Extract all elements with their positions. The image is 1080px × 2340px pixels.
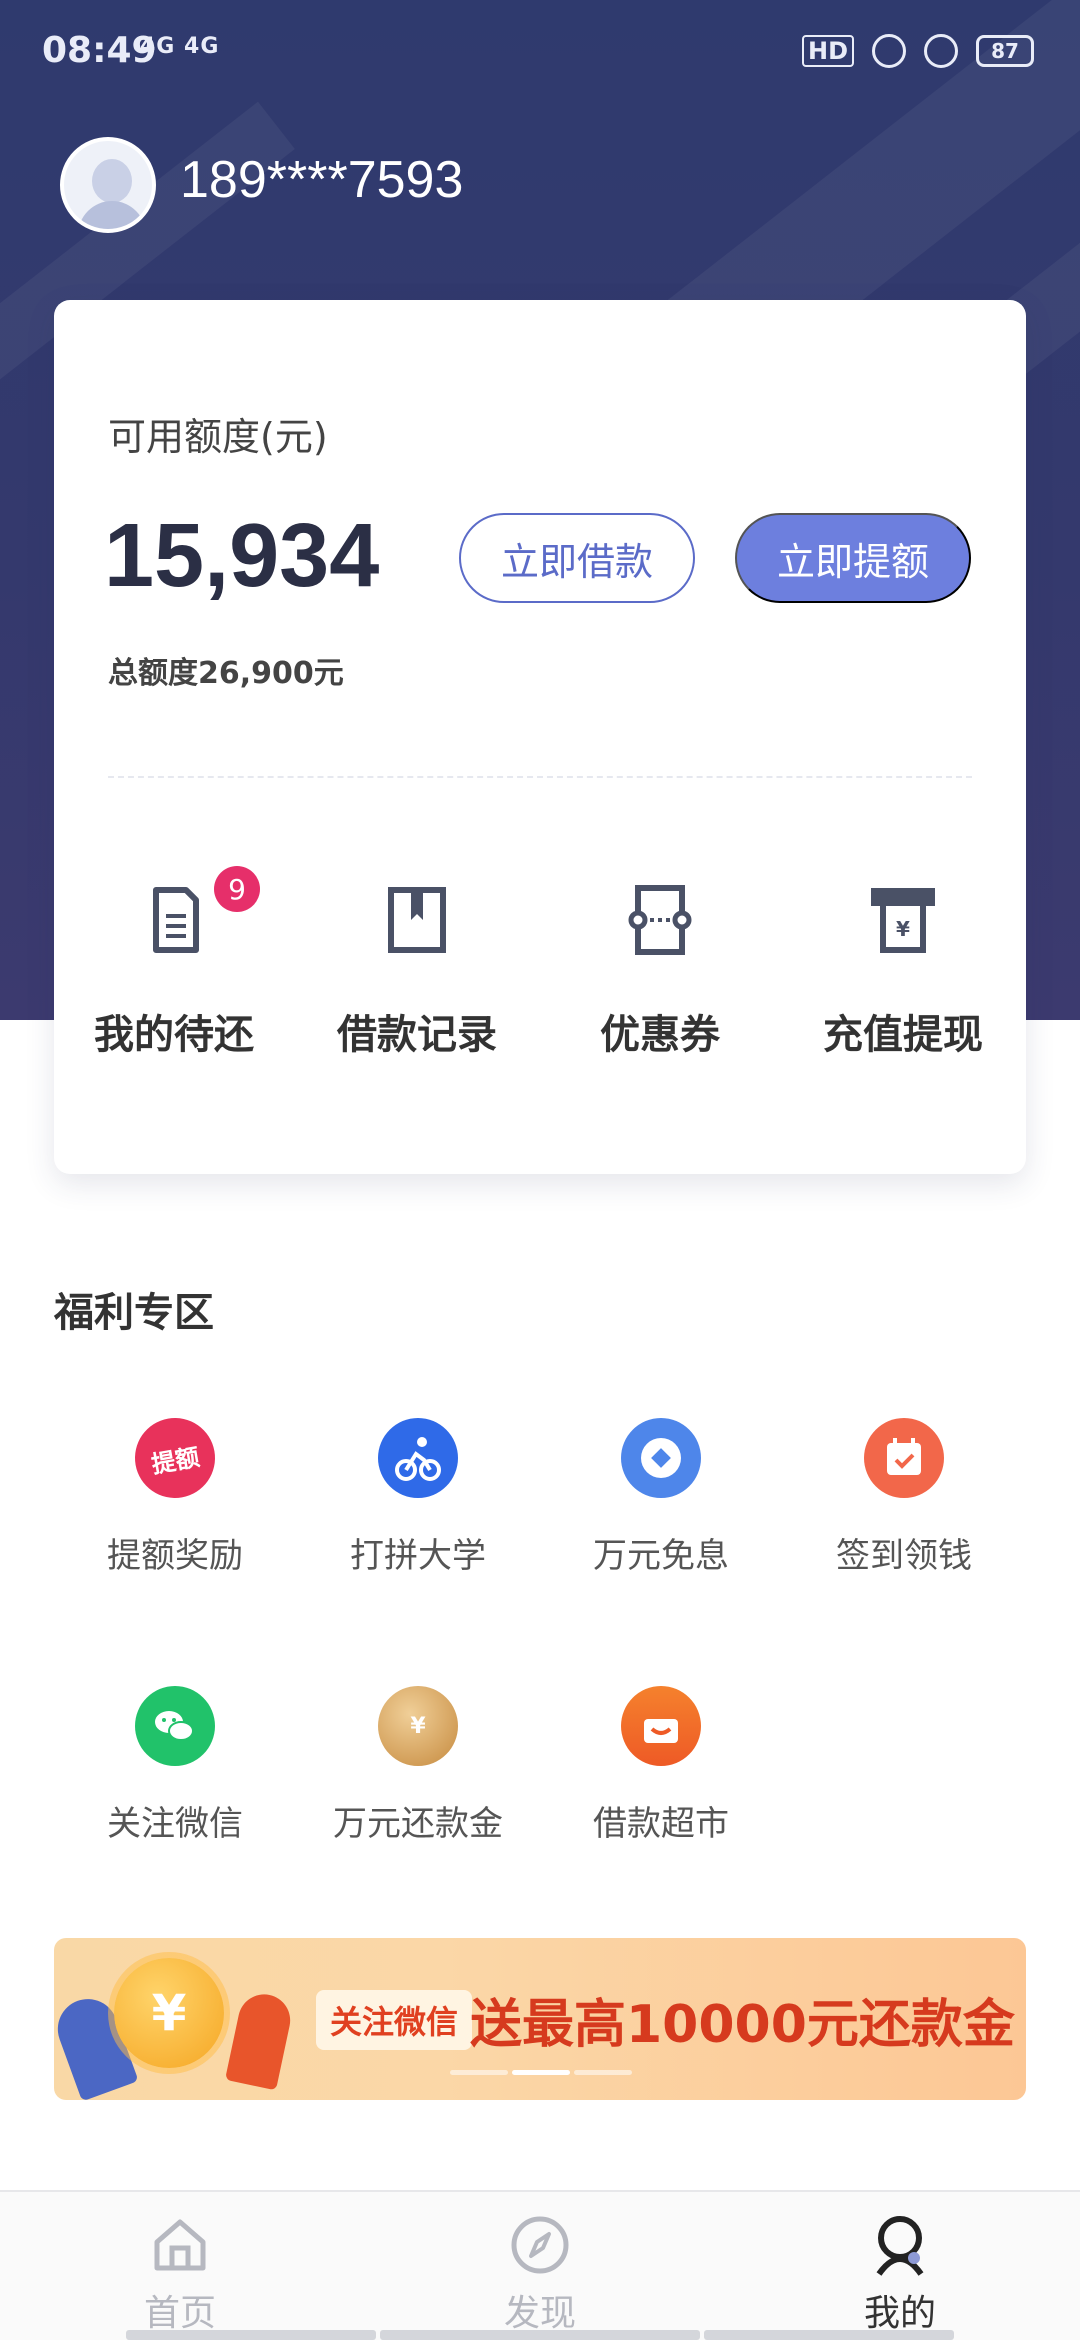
banner-headline: 送最高10000元还款金 bbox=[470, 1995, 1015, 2055]
avatar-body bbox=[78, 201, 146, 229]
available-quota-label: 可用额度(元) bbox=[108, 415, 328, 459]
carousel-dot-active bbox=[512, 2070, 570, 2075]
status-bar: 08:49 4G 4G HD 87 bbox=[0, 0, 1080, 110]
network-signal-icon: 4G 4G bbox=[140, 34, 220, 59]
tab-label: 我的 bbox=[863, 2293, 936, 2334]
tab-home[interactable]: 首页 bbox=[80, 2192, 280, 2340]
tab-discover[interactable]: 发现 bbox=[440, 2192, 640, 2340]
carousel-dot bbox=[574, 2070, 632, 2075]
svg-text:¥: ¥ bbox=[896, 917, 910, 941]
dashed-divider bbox=[108, 776, 972, 778]
profile-icon bbox=[869, 2214, 931, 2276]
welfare-item-label: 关注微信 bbox=[107, 1804, 243, 1844]
promo-banner[interactable]: ¥ 关注微信 送最高10000元还款金 bbox=[54, 1938, 1026, 2100]
banner-tag: 关注微信 bbox=[316, 1990, 473, 2050]
tab-label: 发现 bbox=[503, 2293, 576, 2334]
wechat-icon bbox=[135, 1686, 215, 1766]
compass-icon bbox=[509, 2214, 571, 2276]
available-quota-value: 15,934 bbox=[104, 506, 380, 606]
quick-action-label: 我的待还 bbox=[94, 1012, 254, 1058]
avatar-head bbox=[92, 159, 132, 203]
gold-coin-icon: ¥ bbox=[378, 1686, 458, 1766]
raise-quota-button[interactable]: 立即提额 bbox=[735, 513, 971, 603]
welfare-item-label: 提额奖励 bbox=[107, 1536, 243, 1576]
status-right: HD 87 bbox=[801, 34, 1034, 68]
vibrate-icon bbox=[872, 34, 906, 68]
quick-action-loan-record[interactable]: 借款记录 bbox=[317, 880, 517, 1080]
total-quota: 总额度26,900元 bbox=[108, 656, 344, 691]
welfare-section-title: 福利专区 bbox=[54, 1290, 214, 1336]
user-phone: 189****7593 bbox=[180, 151, 464, 209]
tab-mine[interactable]: 我的 bbox=[800, 2192, 1000, 2340]
welfare-item-label: 签到领钱 bbox=[836, 1536, 972, 1576]
quick-action-label: 借款记录 bbox=[337, 1012, 497, 1058]
credit-card: 可用额度(元) 15,934 总额度26,900元 立即借款 立即提额 我的待还… bbox=[54, 300, 1026, 1174]
pending-count-badge: 9 bbox=[214, 866, 260, 912]
welfare-item-label: 万元免息 bbox=[593, 1536, 729, 1576]
cyclist-icon bbox=[378, 1418, 458, 1498]
shopping-bag-icon bbox=[621, 1686, 701, 1766]
quick-action-coupons[interactable]: 优惠券 bbox=[560, 880, 760, 1080]
raise-reward-icon: 提额 bbox=[128, 1411, 222, 1505]
quick-action-recharge-withdraw[interactable]: ¥ 充值提现 bbox=[803, 880, 1003, 1080]
quick-action-label: 充值提现 bbox=[823, 1012, 983, 1058]
welfare-item-label: 借款超市 bbox=[593, 1804, 729, 1844]
checkin-calendar-icon bbox=[864, 1418, 944, 1498]
welfare-item-label: 万元还款金 bbox=[333, 1804, 503, 1844]
home-icon bbox=[149, 2214, 211, 2276]
quick-action-label: 优惠券 bbox=[600, 1012, 720, 1058]
battery-icon: 87 bbox=[976, 35, 1034, 67]
welfare-item-raise-reward[interactable]: 提额 提额奖励 bbox=[60, 1411, 290, 1577]
welfare-item-interest-free[interactable]: 万元免息 bbox=[546, 1418, 776, 1577]
hd-indicator: HD bbox=[801, 35, 854, 67]
welfare-item-university[interactable]: 打拼大学 bbox=[303, 1418, 533, 1577]
coupon-icon bbox=[620, 880, 700, 960]
welfare-item-label: 打拼大学 bbox=[350, 1536, 486, 1576]
carousel-dot bbox=[450, 2070, 508, 2075]
gesture-bar-segment bbox=[126, 2330, 376, 2340]
borrow-now-button[interactable]: 立即借款 bbox=[459, 513, 695, 603]
banner-figure bbox=[225, 1989, 295, 2091]
welfare-item-checkin[interactable]: 签到领钱 bbox=[789, 1418, 1019, 1577]
gesture-bar-segment bbox=[704, 2330, 954, 2340]
welfare-item-repay-fund[interactable]: ¥ 万元还款金 bbox=[303, 1686, 533, 1845]
gold-coin-icon: ¥ bbox=[114, 1958, 224, 2068]
welfare-item-loan-market[interactable]: 借款超市 bbox=[546, 1686, 776, 1845]
atm-withdraw-icon: ¥ bbox=[863, 880, 943, 960]
tab-label: 首页 bbox=[143, 2293, 216, 2334]
lock-rotation-icon bbox=[924, 34, 958, 68]
interest-free-icon bbox=[621, 1418, 701, 1498]
gesture-bar-segment bbox=[380, 2330, 700, 2340]
bookmark-record-icon bbox=[377, 880, 457, 960]
avatar[interactable] bbox=[60, 137, 156, 233]
bottom-tab-bar: 首页 发现 我的 bbox=[0, 2190, 1080, 2340]
welfare-item-wechat[interactable]: 关注微信 bbox=[60, 1686, 290, 1845]
carousel-indicator bbox=[450, 2070, 632, 2075]
bill-icon bbox=[134, 880, 214, 960]
